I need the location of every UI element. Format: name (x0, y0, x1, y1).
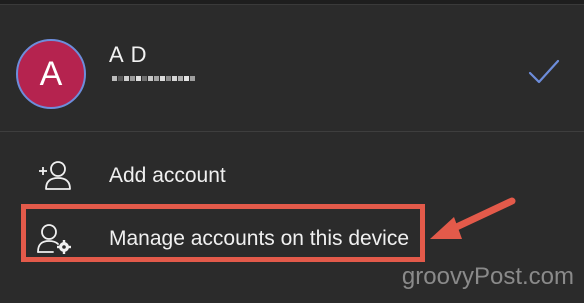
add-person-icon (39, 161, 71, 190)
account-row[interactable]: A A D (0, 5, 584, 131)
annotation-arrow-icon (430, 197, 516, 239)
add-account-label: Add account (109, 164, 226, 187)
avatar: A (16, 39, 86, 109)
highlight-box (21, 204, 425, 262)
divider (0, 131, 584, 132)
account-name: A D (109, 42, 148, 67)
checkmark-icon (528, 59, 560, 84)
watermark: groovyPost.com (401, 263, 574, 290)
account-email-redacted (112, 76, 196, 81)
